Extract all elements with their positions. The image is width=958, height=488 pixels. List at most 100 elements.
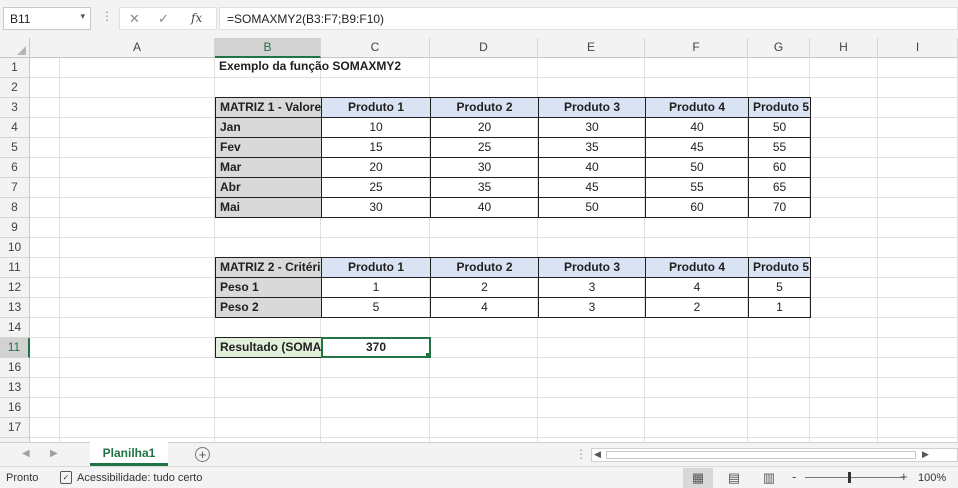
matrix2-header[interactable]: Produto 4	[645, 257, 749, 278]
matrix1-cell[interactable]: 25	[321, 177, 431, 198]
matrix1-header[interactable]: Produto 5	[748, 97, 811, 118]
tab-next-icon[interactable]: ▶	[50, 448, 58, 459]
accessibility-status[interactable]: Acessibilidade: tudo certo	[77, 472, 202, 484]
select-all-button[interactable]	[0, 38, 30, 58]
matrix1-cell[interactable]: 50	[538, 197, 646, 218]
matrix2-row-label[interactable]: Peso 2	[215, 297, 322, 318]
page-layout-view-icon[interactable]: ▤	[719, 468, 749, 488]
row-header[interactable]: 14	[0, 318, 30, 338]
matrix1-cell[interactable]: 30	[321, 197, 431, 218]
more-options-icon[interactable]: ⋮	[101, 9, 113, 23]
row-header[interactable]: 2	[0, 78, 30, 98]
matrix2-row-label[interactable]: Peso 1	[215, 277, 322, 298]
name-box[interactable]: B11 ▾	[3, 7, 91, 30]
matrix1-cell[interactable]: 60	[645, 197, 749, 218]
column-header-e[interactable]: E	[538, 38, 645, 58]
row-header[interactable]: 11	[0, 258, 30, 278]
matrix2-header[interactable]: Produto 3	[538, 257, 646, 278]
close-icon[interactable]: ✕	[129, 11, 140, 27]
matrix2-cell[interactable]: 1	[748, 297, 811, 318]
column-header-a[interactable]: A	[60, 38, 215, 58]
matrix2-cell[interactable]: 2	[430, 277, 539, 298]
row-header[interactable]: 6	[0, 158, 30, 178]
matrix1-cell[interactable]: 40	[538, 157, 646, 178]
column-header-g[interactable]: G	[748, 38, 810, 58]
column-header-i[interactable]: I	[878, 38, 958, 58]
column-header-c[interactable]: C	[321, 38, 430, 58]
matrix1-cell[interactable]: 30	[538, 117, 646, 138]
matrix1-cell[interactable]: 20	[321, 157, 431, 178]
matrix1-cell[interactable]: 50	[748, 117, 811, 138]
row-header[interactable]: 1	[0, 58, 30, 78]
matrix2-cell[interactable]: 4	[430, 297, 539, 318]
matrix1-cell[interactable]: 25	[430, 137, 539, 158]
matrix2-cell[interactable]: 5	[748, 277, 811, 298]
matrix1-cell[interactable]: 15	[321, 137, 431, 158]
matrix2-header[interactable]: Produto 5	[748, 257, 811, 278]
tab-prev-icon[interactable]: ◀	[22, 448, 30, 459]
horizontal-scrollbar[interactable]: ◀ ▶	[591, 448, 958, 462]
matrix1-row-label[interactable]: Mar	[215, 157, 322, 178]
matrix1-cell[interactable]: 65	[748, 177, 811, 198]
matrix1-row-label[interactable]: Jan	[215, 117, 322, 138]
matrix1-header[interactable]: Produto 2	[430, 97, 539, 118]
matrix1-header[interactable]: Produto 3	[538, 97, 646, 118]
zoom-out-icon[interactable]: -	[792, 469, 796, 484]
matrix1-cell[interactable]: 55	[645, 177, 749, 198]
row-header[interactable]: 13	[0, 298, 30, 318]
matrix2-label[interactable]: MATRIZ 2 - Critérios (pesos)	[215, 257, 322, 278]
row-header[interactable]: 12	[0, 278, 30, 298]
column-header-b[interactable]: B	[215, 38, 321, 58]
sheet-tab-planilha1[interactable]: Planilha1	[90, 442, 168, 466]
matrix1-cell[interactable]: 50	[645, 157, 749, 178]
column-header-d[interactable]: D	[430, 38, 538, 58]
zoom-slider[interactable]	[805, 477, 905, 478]
matrix1-cell[interactable]: 60	[748, 157, 811, 178]
matrix1-cell[interactable]: 45	[645, 137, 749, 158]
matrix1-cell[interactable]: 10	[321, 117, 431, 138]
matrix1-row-label[interactable]: Fev	[215, 137, 322, 158]
check-icon[interactable]: ✓	[158, 11, 169, 27]
sheet-title[interactable]: Exemplo da função SOMAXMY2	[215, 57, 646, 78]
page-break-view-icon[interactable]: ▥	[754, 468, 784, 488]
matrix1-cell[interactable]: 70	[748, 197, 811, 218]
matrix1-cell[interactable]: 45	[538, 177, 646, 198]
matrix1-row-label[interactable]: Mai	[215, 197, 322, 218]
row-header[interactable]: 5	[0, 138, 30, 158]
matrix2-cell[interactable]: 3	[538, 277, 646, 298]
matrix1-row-label[interactable]: Abr	[215, 177, 322, 198]
insert-function-icon[interactable]: fx	[191, 11, 202, 25]
worksheet-grid[interactable]: ABCDEFGHI 123456789101112131411161316172…	[0, 38, 958, 442]
matrix1-header[interactable]: Produto 4	[645, 97, 749, 118]
matrix1-cell[interactable]: 55	[748, 137, 811, 158]
row-header[interactable]: 16	[0, 358, 30, 378]
matrix2-cell[interactable]: 5	[321, 297, 431, 318]
column-header-h[interactable]: H	[810, 38, 878, 58]
matrix1-cell[interactable]: 35	[430, 177, 539, 198]
matrix1-header[interactable]: Produto 1	[321, 97, 431, 118]
normal-view-icon[interactable]: ▦	[683, 468, 713, 488]
row-header[interactable]: 3	[0, 98, 30, 118]
matrix2-cell[interactable]: 1	[321, 277, 431, 298]
zoom-slider-thumb[interactable]	[848, 472, 851, 483]
chevron-down-icon[interactable]: ▾	[80, 11, 85, 22]
matrix1-cell[interactable]: 30	[430, 157, 539, 178]
row-header[interactable]: 10	[0, 238, 30, 258]
matrix1-cell[interactable]: 40	[430, 197, 539, 218]
zoom-level[interactable]: 100%	[918, 472, 946, 484]
row-header[interactable]: 13	[0, 378, 30, 398]
matrix2-header[interactable]: Produto 1	[321, 257, 431, 278]
row-header[interactable]: 9	[0, 218, 30, 238]
row-header[interactable]: 17	[0, 418, 30, 438]
accessibility-icon[interactable]: ✓	[60, 471, 72, 484]
row-header[interactable]: 4	[0, 118, 30, 138]
scrollbar-thumb[interactable]	[606, 451, 916, 459]
zoom-in-icon[interactable]: +	[900, 469, 908, 484]
row-header[interactable]: 7	[0, 178, 30, 198]
matrix1-label[interactable]: MATRIZ 1 - Valores	[215, 97, 322, 118]
result-label[interactable]: Resultado (SOMAXMY2)	[215, 337, 322, 358]
matrix2-header[interactable]: Produto 2	[430, 257, 539, 278]
matrix2-cell[interactable]: 2	[645, 297, 749, 318]
matrix2-cell[interactable]: 3	[538, 297, 646, 318]
matrix2-cell[interactable]: 4	[645, 277, 749, 298]
